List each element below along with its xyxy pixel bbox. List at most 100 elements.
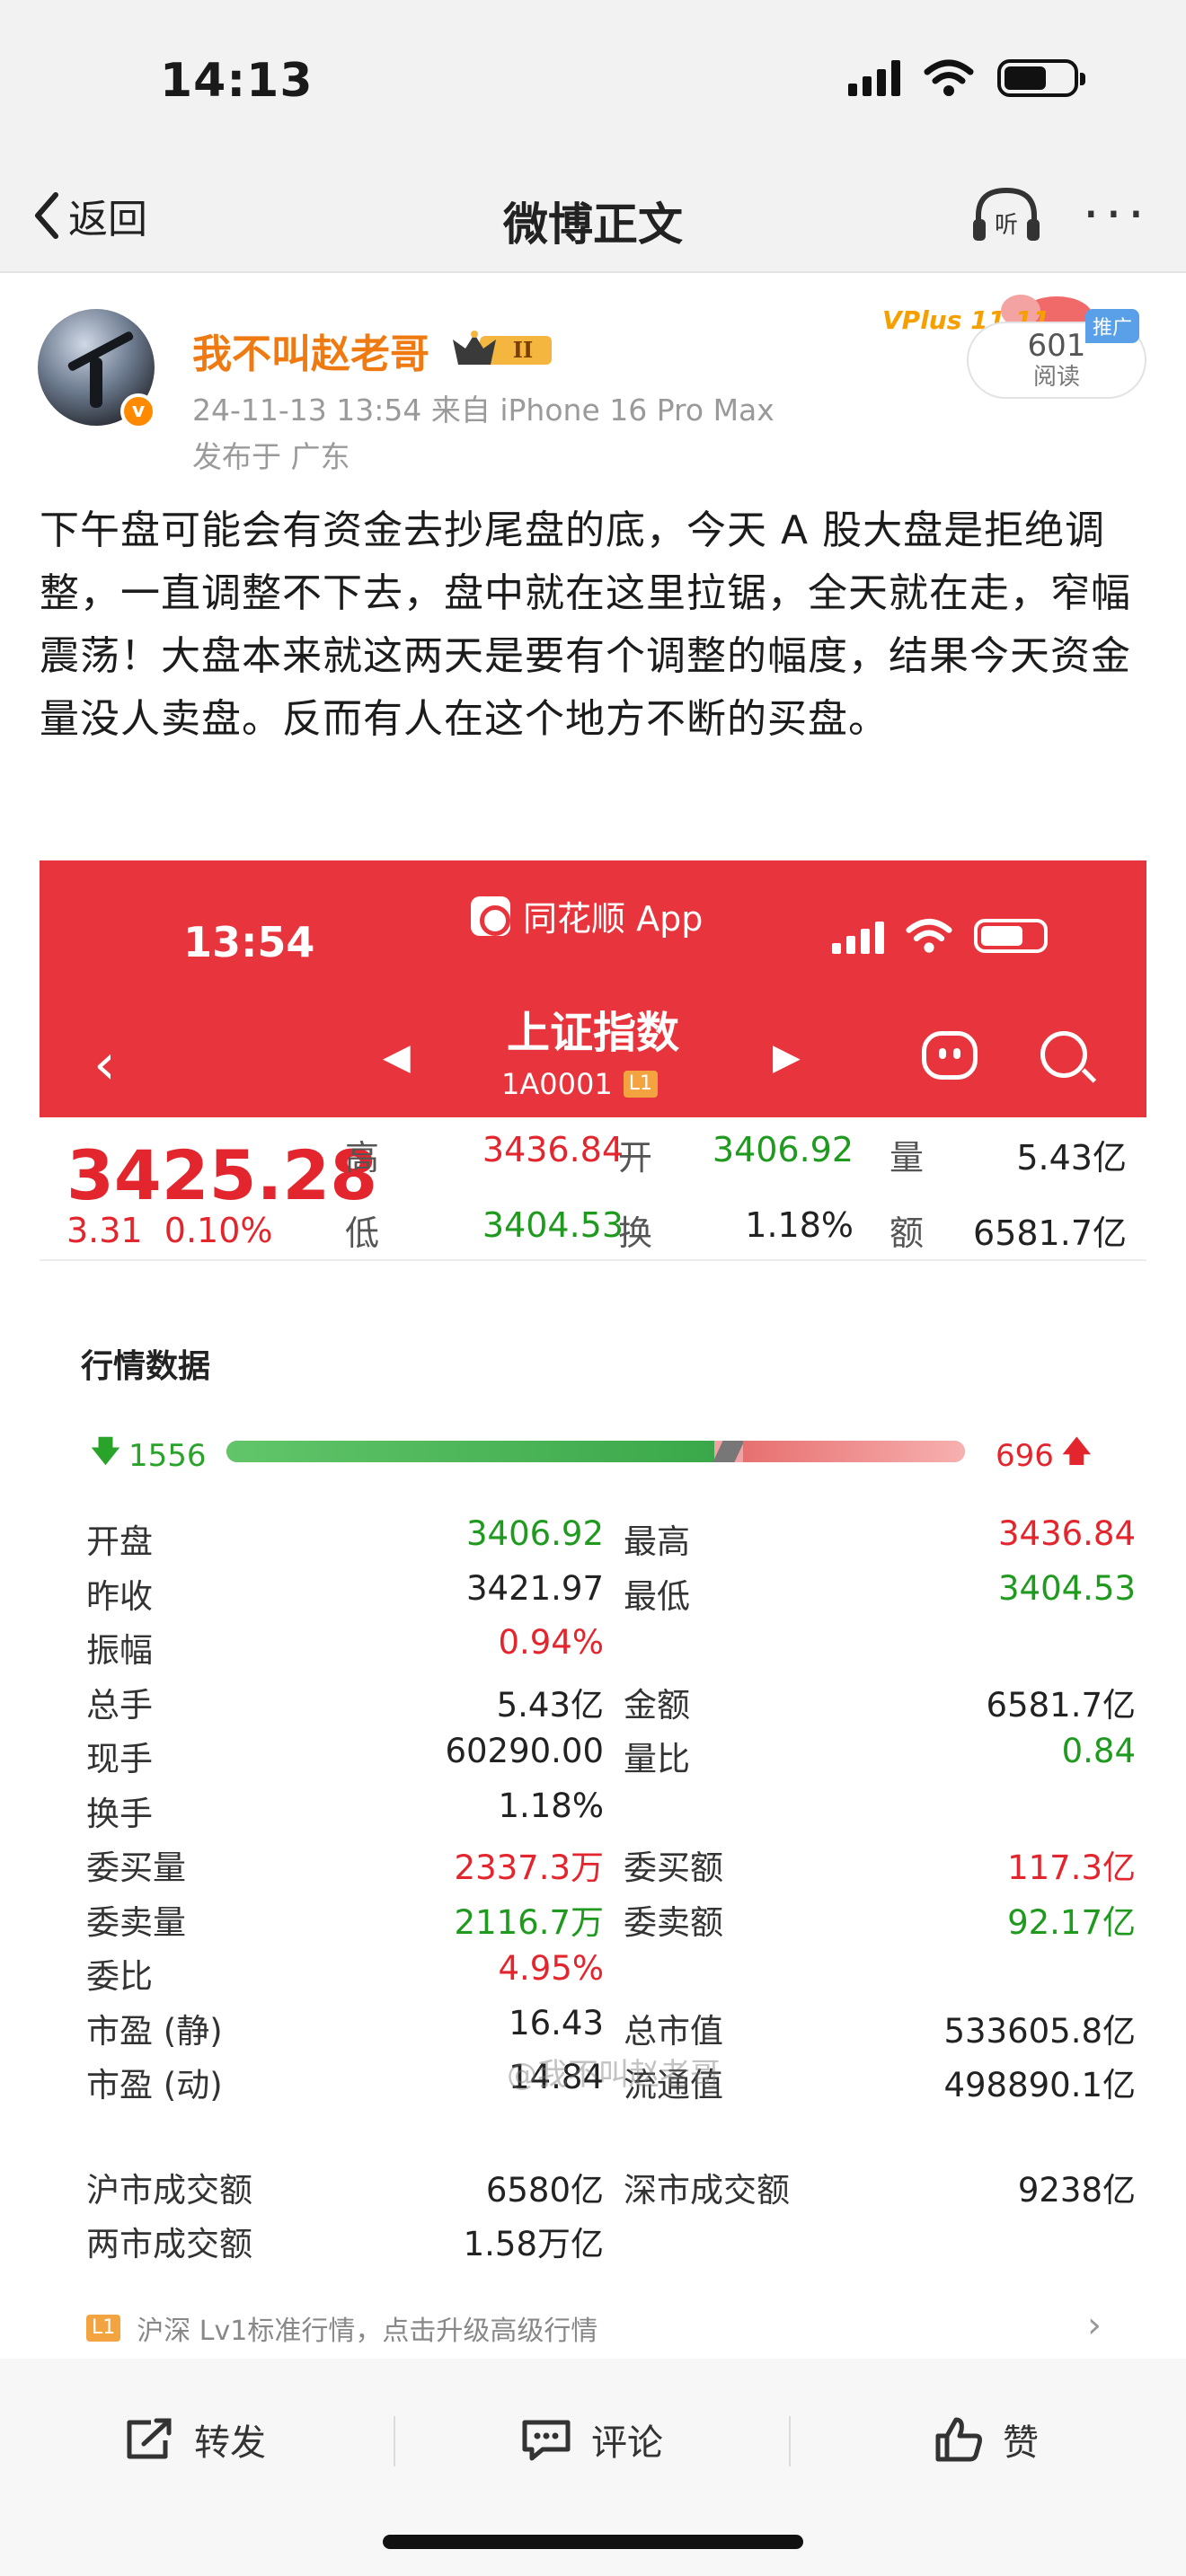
divider [394, 2416, 395, 2466]
market-data-row: 委卖量 2116.7万 [86, 1895, 604, 1949]
row-label: 委卖量 [86, 1902, 186, 1942]
market-data-row: 现手 60290.00 [86, 1732, 604, 1786]
battery-icon [997, 59, 1085, 97]
verified-badge-icon: v [120, 393, 156, 429]
row-value: 1.18% [498, 1786, 604, 1825]
last-price: 3425.28 [66, 1135, 378, 1215]
decliners-bar-segment [226, 1441, 714, 1462]
row-value: 92.17亿 [1007, 1902, 1136, 1942]
promotion-tag: 推广 [1085, 309, 1140, 343]
turnover-value: 9238亿 [1017, 2171, 1136, 2210]
author-name[interactable]: 我不叫赵老哥 [192, 322, 429, 379]
row-label: 委买量 [86, 1848, 186, 1887]
market-data-row: 最高 3436.84 [624, 1514, 1136, 1568]
market-data-row: 委买额 117.3亿 [624, 1840, 1136, 1894]
image-watermark: @我不叫赵老哥 [507, 2057, 721, 2093]
row-label: 振幅 [86, 1631, 153, 1670]
market-data-row: 最低 3404.53 [624, 1569, 1136, 1623]
l1-tag: L1 [86, 2315, 121, 2342]
wifi-icon [924, 59, 974, 96]
post-meta: 24-11-13 13:54 来自 iPhone 16 Pro Max [192, 393, 774, 428]
advance-decline-bar [226, 1441, 965, 1462]
row-label: 换手 [86, 1794, 153, 1833]
quote-label: 低 [345, 1213, 380, 1253]
status-time: 14:13 [160, 54, 314, 108]
market-data-row: 换手 1.18% [86, 1786, 604, 1840]
row-value: 2337.3万 [454, 1848, 604, 1887]
change-value: 3.31 [66, 1211, 143, 1250]
read-label: 阅读 [1032, 364, 1080, 391]
row-label: 开盘 [86, 1522, 153, 1561]
wifi-icon [906, 918, 952, 953]
quote-label: 高 [345, 1138, 380, 1178]
like-button[interactable]: 赞 [934, 2404, 1039, 2475]
post-image[interactable]: 13:54 同花顺 App ‹ ◀ 上证指数 1A0001 L1 ▶ 3425.… [40, 860, 1146, 2359]
row-label: 总市值 [624, 2011, 723, 2051]
advancers-value: 696 [996, 1437, 1054, 1474]
quote-value: 1.18% [745, 1205, 854, 1245]
listen-button[interactable]: 听 [971, 183, 1041, 246]
cellular-signal-icon [848, 60, 900, 96]
market-data-row: 总手 5.43亿 [86, 1678, 604, 1732]
app-name: 同花顺 App [523, 899, 704, 939]
market-data-title: 行情数据 [81, 1348, 211, 1385]
row-value: 3436.84 [997, 1514, 1136, 1553]
price-change: 3.31 0.10% [66, 1211, 273, 1250]
arrow-up-icon: 🡅 [1060, 1434, 1093, 1469]
status-bar: 14:13 [0, 0, 1186, 162]
listen-label: 听 [995, 212, 1018, 239]
share-icon [127, 2418, 172, 2459]
comment-button[interactable]: 评论 [521, 2404, 663, 2475]
thumbs-up-icon [935, 2417, 982, 2462]
quote-value: 3436.84 [482, 1130, 624, 1169]
market-data-row: 委卖额 92.17亿 [624, 1895, 1136, 1949]
advancers-bar-segment [743, 1441, 965, 1462]
change-percent: 0.10% [164, 1211, 273, 1250]
row-label: 昨收 [86, 1576, 153, 1616]
repost-button[interactable]: 转发 [124, 2404, 266, 2475]
level-badge-text: II [513, 337, 533, 363]
search-icon [1040, 1031, 1087, 1078]
row-value: 60290.00 [445, 1732, 604, 1770]
divider [789, 2416, 791, 2466]
row-value: 3421.97 [465, 1568, 604, 1608]
market-data-row: 委比 4.95% [86, 1949, 604, 2003]
more-options-icon[interactable]: ··· [1083, 188, 1150, 242]
row-label: 量比 [624, 1740, 690, 1778]
quote-label: 量 [890, 1138, 925, 1178]
row-value: 0.94% [498, 1623, 604, 1662]
comment-label: 评论 [591, 2422, 663, 2464]
repost-label: 转发 [194, 2422, 266, 2464]
turnover-label: 深市成交额 [624, 2171, 790, 2210]
app-banner: 同花顺 App [471, 891, 703, 940]
battery-icon [974, 919, 1048, 953]
upgrade-banner[interactable]: L1 沪深 Lv1标准行情，点击升级高级行情 › [40, 2298, 1146, 2359]
row-value: 498890.1亿 [943, 2066, 1136, 2104]
tonghuashun-logo-icon [471, 895, 510, 936]
chevron-right-icon: › [1087, 2305, 1102, 2346]
row-label: 最高 [624, 1522, 690, 1561]
row-label: 现手 [86, 1740, 153, 1778]
nav-bar: 返回 微博正文 听 ··· [0, 162, 1186, 273]
quote-app-header: 13:54 同花顺 App ‹ ◀ 上证指数 1A0001 L1 ▶ [40, 860, 1146, 1117]
turnover-row: 沪市成交额 6580亿 [86, 2163, 604, 2217]
quote-value: 3406.92 [712, 1130, 854, 1169]
screenshot-time: 13:54 [183, 918, 315, 966]
row-value: 4.95% [498, 1949, 604, 1988]
index-code-line: 1A0001 L1 [501, 1067, 658, 1101]
market-data-row: 开盘 3406.92 [86, 1514, 604, 1568]
quote-value: 3404.53 [482, 1205, 624, 1245]
post-location: 发布于 广东 [192, 439, 350, 474]
row-value: 5.43亿 [496, 1685, 604, 1725]
row-label: 最低 [624, 1576, 690, 1616]
row-value: 3404.53 [997, 1568, 1136, 1608]
row-value: 2116.7万 [454, 1902, 604, 1942]
unchanged-bar-segment [712, 1441, 745, 1462]
row-label: 市盈 (动) [86, 2066, 223, 2104]
quote-value: 5.43亿 [1016, 1138, 1127, 1178]
market-data-row: 委买量 2337.3万 [86, 1840, 604, 1894]
next-stock-icon: ▶ [773, 1037, 801, 1078]
quote-label: 开 [618, 1138, 653, 1178]
upgrade-text: 沪深 Lv1标准行情，点击升级高级行情 [137, 2316, 598, 2347]
headphones-icon: 听 [972, 187, 1040, 241]
